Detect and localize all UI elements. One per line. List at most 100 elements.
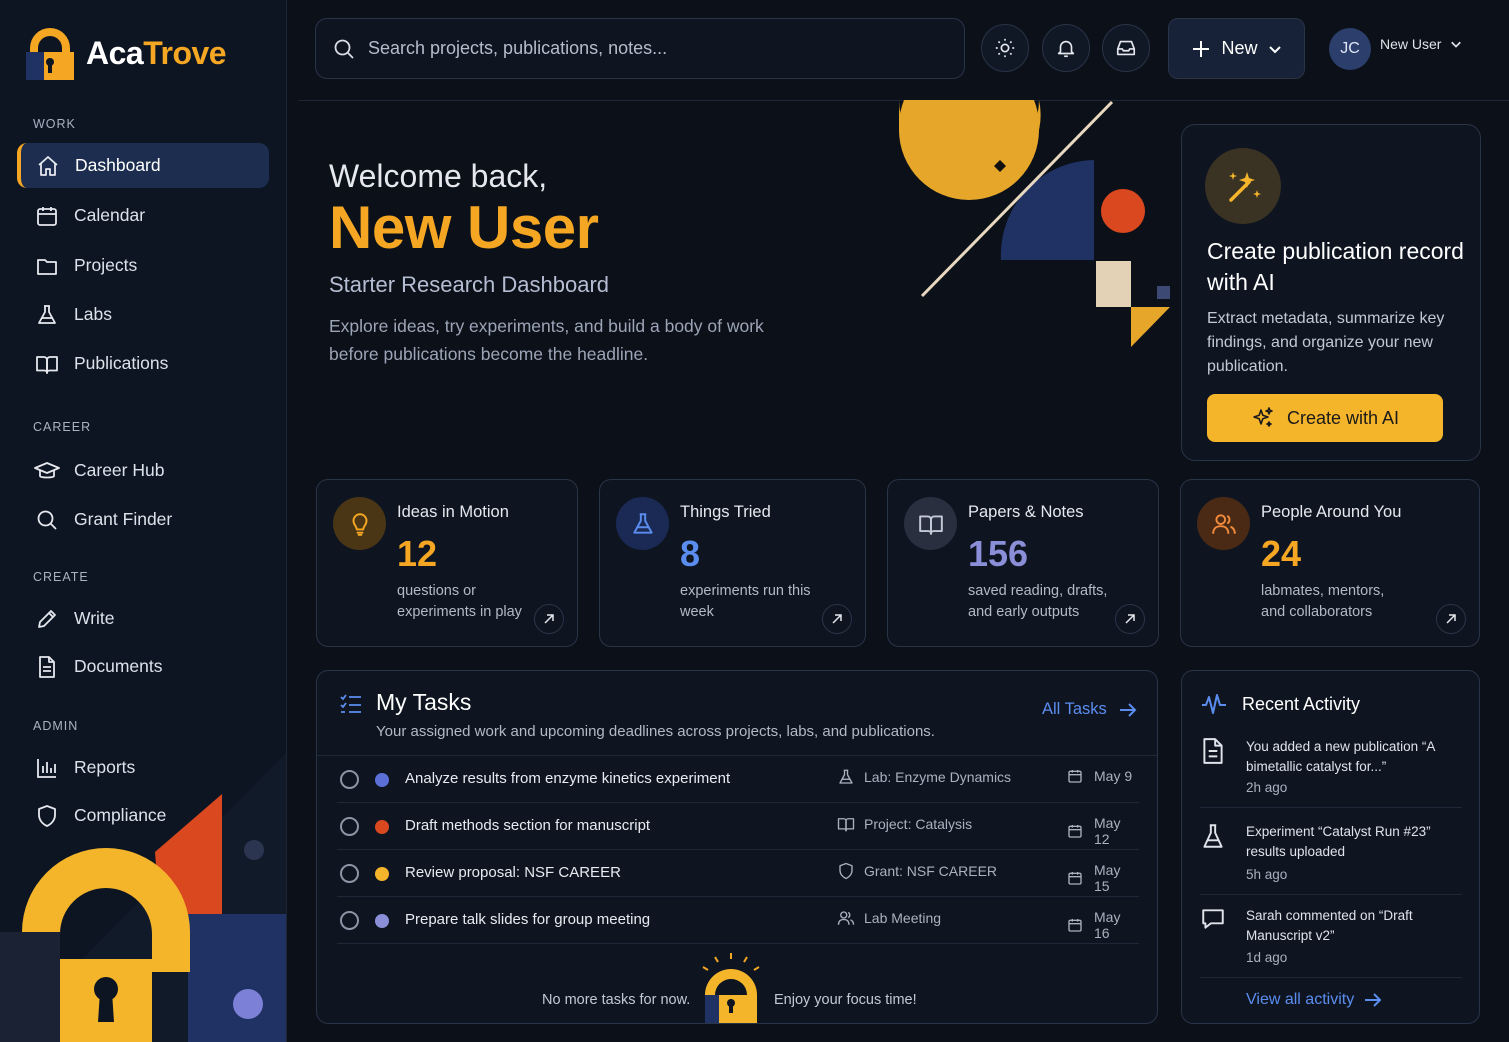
calendar-icon <box>1067 917 1083 933</box>
task-checkbox[interactable] <box>340 817 359 836</box>
theme-toggle-button[interactable] <box>981 24 1029 72</box>
all-tasks-link[interactable]: All Tasks <box>1042 700 1137 719</box>
section-label-career: CAREER <box>33 420 92 434</box>
sidebar-item-label: Publications <box>74 353 169 373</box>
task-context: Lab Meeting <box>864 910 942 926</box>
new-button[interactable]: New <box>1168 18 1305 79</box>
flask-icon <box>837 768 855 786</box>
folder-icon <box>34 253 60 279</box>
calendar-icon <box>34 203 60 229</box>
activity-text: You added a new publication “A bimetalli… <box>1246 739 1435 774</box>
home-icon <box>35 153 61 179</box>
activity-title: Recent Activity <box>1242 694 1361 714</box>
stat-title: Papers & Notes <box>968 503 1084 521</box>
focus-time-message: Enjoy your focus time! <box>774 992 917 1008</box>
task-dot <box>375 820 389 834</box>
hero-user-name: New User <box>329 194 599 261</box>
recent-activity-panel: Recent Activity You added a new publicat… <box>1181 670 1480 1024</box>
brand[interactable]: AcaTrove <box>26 26 227 80</box>
welcome-text: Welcome back, <box>329 158 548 194</box>
sidebar-item-calendar[interactable]: Calendar <box>17 193 269 238</box>
table-row[interactable]: Review proposal: NSF CAREER Grant: NSF C… <box>337 850 1139 897</box>
brand-name-part2: Trove <box>143 34 227 71</box>
view-all-activity-link[interactable]: View all activity <box>1246 991 1382 1009</box>
task-name: Review proposal: NSF CAREER <box>405 864 621 881</box>
tasks-subtitle: Your assigned work and upcoming deadline… <box>376 723 935 740</box>
hero-decorative-art <box>880 100 1180 360</box>
stat-card-papers-notes[interactable]: Papers & Notes 156 saved reading, drafts… <box>887 479 1159 647</box>
stat-description: questions or experiments in play <box>397 583 522 620</box>
tasks-title: My Tasks <box>376 689 472 715</box>
sidebar-item-dashboard[interactable]: Dashboard <box>17 143 269 188</box>
activity-text: Sarah commented on “Draft Manuscript v2” <box>1246 908 1413 943</box>
task-date: May 16 <box>1094 909 1121 941</box>
view-all-activity-label: View all activity <box>1246 991 1355 1008</box>
stat-open-button[interactable] <box>1436 604 1466 634</box>
sidebar-item-documents[interactable]: Documents <box>17 644 269 689</box>
sidebar-item-labs[interactable]: Labs <box>17 292 269 337</box>
sidebar-item-projects[interactable]: Projects <box>17 243 269 288</box>
table-row[interactable]: Analyze results from enzyme kinetics exp… <box>337 756 1139 803</box>
new-button-label: New <box>1221 38 1258 58</box>
search-icon <box>332 37 356 61</box>
users-icon <box>837 909 855 927</box>
stat-description: labmates, mentors, and collaborators <box>1261 583 1385 620</box>
task-checkbox[interactable] <box>340 864 359 883</box>
stat-title: Things Tried <box>680 503 771 521</box>
flask-icon <box>1200 822 1228 850</box>
sidebar-item-label: Documents <box>74 656 163 676</box>
all-tasks-label: All Tasks <box>1042 700 1107 718</box>
stat-open-button[interactable] <box>534 604 564 634</box>
book-open-icon <box>904 497 957 550</box>
user-menu[interactable]: JC New User <box>1329 28 1462 70</box>
task-context: Lab: Enzyme Dynamics <box>864 769 1012 785</box>
checklist-icon <box>339 693 363 715</box>
hero-subtitle: Starter Research Dashboard <box>329 272 610 297</box>
arrow-up-right-icon <box>1124 613 1136 625</box>
sidebar-item-publications[interactable]: Publications <box>17 341 269 386</box>
inbox-icon <box>1115 37 1137 59</box>
sidebar-item-career-hub[interactable]: Career Hub <box>17 448 269 493</box>
activity-text: Experiment “Catalyst Run #23” results up… <box>1246 824 1431 859</box>
bell-icon <box>1055 37 1077 59</box>
stat-open-button[interactable] <box>1115 604 1145 634</box>
stat-open-button[interactable] <box>822 604 852 634</box>
avatar: JC <box>1329 28 1371 70</box>
create-with-ai-button[interactable]: Create with AI <box>1207 394 1443 442</box>
stat-card-ideas[interactable]: Ideas in Motion 12 questions or experime… <box>316 479 578 647</box>
ai-card-description: Extract metadata, summarize key findings… <box>1207 310 1445 375</box>
task-checkbox[interactable] <box>340 911 359 930</box>
table-row[interactable]: Draft methods section for manuscript Pro… <box>337 803 1139 850</box>
search-input[interactable] <box>368 38 948 59</box>
stat-card-people[interactable]: People Around You 24 labmates, mentors, … <box>1180 479 1480 647</box>
inbox-button[interactable] <box>1102 24 1150 72</box>
task-name: Analyze results from enzyme kinetics exp… <box>405 770 731 787</box>
sidebar-item-write[interactable]: Write <box>17 596 269 641</box>
calendar-icon <box>1067 768 1083 784</box>
sidebar-item-label: Calendar <box>74 205 146 225</box>
stat-card-things-tried[interactable]: Things Tried 8 experiments run this week <box>599 479 866 647</box>
notifications-button[interactable] <box>1042 24 1090 72</box>
my-tasks-panel: My Tasks Your assigned work and upcoming… <box>316 670 1158 1024</box>
arrow-right-icon <box>1364 992 1382 1008</box>
stat-value: 12 <box>397 533 438 574</box>
sun-icon <box>994 37 1016 59</box>
list-item[interactable]: Experiment “Catalyst Run #23” results up… <box>1200 822 1462 895</box>
chevron-down-icon <box>1450 38 1462 50</box>
list-item[interactable]: Sarah commented on “Draft Manuscript v2”… <box>1200 906 1462 978</box>
sidebar-item-grant-finder[interactable]: Grant Finder <box>17 497 269 542</box>
list-item[interactable]: You added a new publication “A bimetalli… <box>1200 737 1462 808</box>
arrow-up-right-icon <box>1445 613 1457 625</box>
section-label-work: WORK <box>33 117 76 131</box>
task-name: Prepare talk slides for group meeting <box>405 911 651 928</box>
table-row[interactable]: Prepare talk slides for group meeting La… <box>337 897 1139 944</box>
sidebar-item-label: Write <box>74 608 115 628</box>
section-label-create: CREATE <box>33 570 89 584</box>
brand-name-part1: Aca <box>86 34 144 71</box>
sidebar-item-label: Grant Finder <box>74 509 173 529</box>
flask-icon <box>34 302 60 328</box>
task-checkbox[interactable] <box>340 770 359 789</box>
search-bar[interactable] <box>315 18 965 79</box>
magic-wand-icon <box>1205 148 1281 224</box>
arrow-right-icon <box>1119 702 1137 718</box>
